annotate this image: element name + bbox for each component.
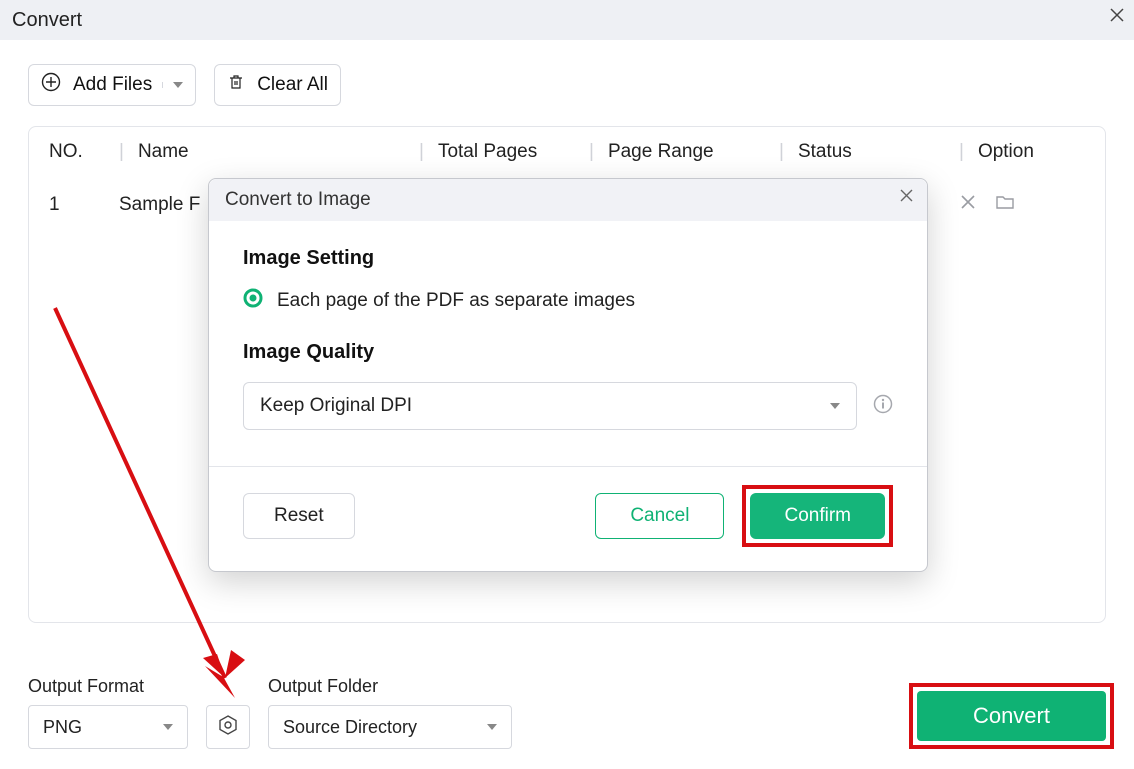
confirm-highlight: Confirm [742,485,893,547]
modal-close-icon[interactable] [900,189,913,205]
convert-highlight: Convert [909,683,1114,749]
col-page-range: Page Range [608,141,714,162]
caret-down-icon [487,724,497,730]
trash-icon [227,73,251,97]
gear-hex-icon [217,714,239,741]
output-settings-button[interactable] [206,705,250,749]
row-no: 1 [49,194,119,216]
cancel-button[interactable]: Cancel [595,493,724,539]
col-name: Name [138,141,189,162]
output-format-label: Output Format [28,676,188,697]
confirm-button[interactable]: Confirm [750,493,885,539]
modal-header: Convert to Image [209,179,927,221]
bottom-bar: Output Format PNG . Output Folder Source… [0,664,1134,769]
image-quality-heading: Image Quality [243,341,893,364]
output-folder-label: Output Folder [268,676,512,697]
clear-all-label: Clear All [257,74,328,96]
output-folder-value: Source Directory [283,717,417,738]
radio-each-page[interactable]: Each page of the PDF as separate images [243,288,893,313]
toolbar: Add Files Clear All [0,40,1134,126]
dpi-select[interactable]: Keep Original DPI [243,382,857,430]
col-total-pages: Total Pages [438,141,537,162]
caret-down-icon [173,82,183,88]
caret-down-icon [163,724,173,730]
convert-button[interactable]: Convert [917,691,1106,741]
output-format-select[interactable]: PNG [28,705,188,749]
window-titlebar: Convert [0,0,1134,40]
radio-selected-icon [243,288,263,313]
modal-title: Convert to Image [225,189,371,211]
convert-to-image-modal: Convert to Image Image Setting Each page… [208,178,928,572]
window-title: Convert [12,9,82,32]
caret-down-icon [830,403,840,409]
info-icon[interactable] [873,394,893,419]
table-header: NO. |Name |Total Pages |Page Range |Stat… [29,127,1105,179]
col-no: NO. [49,141,119,163]
dpi-select-value: Keep Original DPI [260,395,412,417]
modal-footer: Reset Cancel Confirm [209,466,927,571]
radio-each-page-label: Each page of the PDF as separate images [277,290,635,312]
add-files-button[interactable]: Add Files [28,64,196,106]
col-status: Status [798,141,852,162]
image-setting-heading: Image Setting [243,247,893,270]
col-option: Option [978,141,1034,162]
output-format-value: PNG [43,717,82,738]
output-folder-select[interactable]: Source Directory [268,705,512,749]
add-files-label: Add Files [73,74,152,96]
reset-button[interactable]: Reset [243,493,355,539]
remove-row-icon[interactable] [959,193,977,217]
modal-body: Image Setting Each page of the PDF as se… [209,221,927,438]
close-icon[interactable] [1110,8,1124,27]
add-files-dropdown-caret[interactable] [162,82,183,88]
clear-all-button[interactable]: Clear All [214,64,341,106]
plus-circle-icon [41,72,67,98]
open-folder-icon[interactable] [995,193,1015,217]
